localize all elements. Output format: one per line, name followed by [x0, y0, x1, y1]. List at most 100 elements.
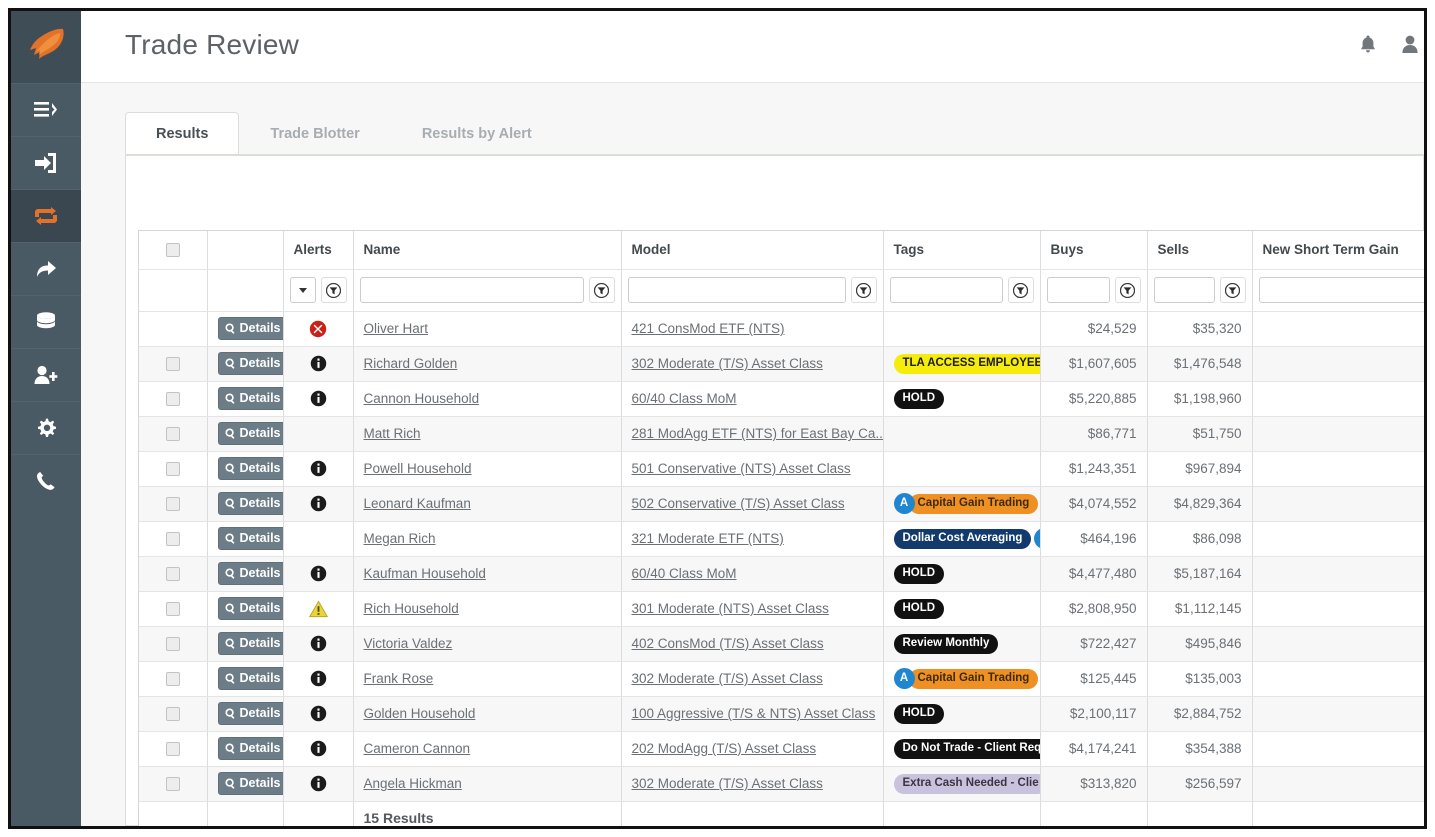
account-name-link[interactable]: Angela Hickman: [364, 776, 462, 791]
tag-badge[interactable]: HOLD: [894, 389, 945, 409]
row-actions-cell[interactable]: Details: [207, 346, 283, 381]
col-buys[interactable]: Buys: [1040, 231, 1147, 269]
row-select-cell[interactable]: [139, 381, 207, 416]
row-actions-cell[interactable]: Details: [207, 311, 283, 346]
tag-badge[interactable]: Dollar Cost Averaging: [894, 529, 1032, 549]
account-name-link[interactable]: Rich Household: [364, 601, 459, 616]
row-actions-cell[interactable]: Details: [207, 416, 283, 451]
account-name-link[interactable]: Golden Household: [364, 706, 476, 721]
table-row[interactable]: DetailsMegan Rich321 Moderate ETF (NTS)D…: [139, 521, 1424, 556]
table-row[interactable]: DetailsFrank Rose302 Moderate (T/S) Asse…: [139, 661, 1424, 696]
table-row[interactable]: DetailsKaufman Household60/40 Class MoMH…: [139, 556, 1424, 591]
tag-badge-circle[interactable]: A: [894, 668, 915, 689]
row-actions-cell[interactable]: Details: [207, 486, 283, 521]
col-new-short-term-gain[interactable]: New Short Term Gain: [1252, 231, 1424, 269]
row-actions-cell[interactable]: Details: [207, 626, 283, 661]
account-name-link[interactable]: Matt Rich: [364, 426, 421, 441]
model-link[interactable]: 302 Moderate (T/S) Asset Class: [632, 356, 823, 371]
model-filter-input[interactable]: [628, 277, 846, 303]
model-link[interactable]: 202 ModAgg (T/S) Asset Class: [632, 741, 817, 756]
details-button[interactable]: Details: [218, 562, 284, 585]
row-select-cell[interactable]: [139, 731, 207, 766]
row-checkbox[interactable]: [166, 462, 180, 476]
row-checkbox[interactable]: [166, 567, 180, 581]
row-actions-cell[interactable]: Details: [207, 661, 283, 696]
sidebar-item-add-user[interactable]: [11, 348, 81, 401]
details-button[interactable]: Details: [218, 352, 284, 375]
tag-badge[interactable]: Review Monthly: [894, 634, 999, 654]
row-actions-cell[interactable]: Details: [207, 521, 283, 556]
model-link[interactable]: 321 Moderate ETF (NTS): [632, 531, 784, 546]
row-actions-cell[interactable]: Details: [207, 451, 283, 486]
account-name-link[interactable]: Oliver Hart: [364, 321, 429, 336]
col-model[interactable]: Model: [621, 231, 883, 269]
row-actions-cell[interactable]: Details: [207, 731, 283, 766]
row-checkbox[interactable]: [166, 427, 180, 441]
table-row[interactable]: DetailsCameron Cannon202 ModAgg (T/S) As…: [139, 731, 1424, 766]
tags-filter-funnel[interactable]: [1008, 277, 1034, 303]
details-button[interactable]: Details: [218, 422, 284, 445]
notifications-button[interactable]: [1360, 35, 1376, 53]
table-row[interactable]: Details Golden Household 100 Aggressive (T…: [139, 696, 1424, 731]
col-sells[interactable]: Sells: [1147, 231, 1252, 269]
select-all-checkbox[interactable]: [166, 243, 180, 257]
details-button[interactable]: Details: [218, 317, 284, 340]
tag-badge[interactable]: Capital Gain Trading: [909, 669, 1039, 689]
row-actions-cell[interactable]: Details: [207, 696, 283, 731]
model-link[interactable]: 302 Moderate (T/S) Asset Class: [632, 776, 823, 791]
details-button[interactable]: Details: [218, 772, 284, 795]
sidebar-item-data[interactable]: [11, 295, 81, 348]
row-checkbox[interactable]: [166, 357, 180, 371]
model-link[interactable]: 60/40 Class MoM: [632, 391, 737, 406]
buys-filter-input[interactable]: [1047, 277, 1110, 303]
row-select-cell[interactable]: [139, 766, 207, 801]
row-checkbox[interactable]: [166, 777, 180, 791]
table-row[interactable]: DetailsOliver Hart421 ConsMod ETF (NTS)$…: [139, 311, 1424, 346]
model-link[interactable]: 502 Conservative (T/S) Asset Class: [632, 496, 845, 511]
row-select-cell[interactable]: [139, 451, 207, 486]
row-select-cell[interactable]: [139, 521, 207, 556]
account-button[interactable]: [1402, 35, 1418, 53]
account-name-link[interactable]: Frank Rose: [364, 671, 434, 686]
sells-filter-funnel[interactable]: [1220, 277, 1246, 303]
row-select-cell[interactable]: [139, 556, 207, 591]
row-actions-cell[interactable]: Details: [207, 556, 283, 591]
account-name-link[interactable]: Richard Golden: [364, 356, 458, 371]
row-actions-cell[interactable]: Details: [207, 381, 283, 416]
tab-results-by-alert[interactable]: Results by Alert: [391, 112, 563, 154]
row-select-cell[interactable]: [139, 696, 207, 731]
tab-results[interactable]: Results: [125, 112, 239, 155]
model-link[interactable]: 100 Aggressive (T/S & NTS) Asset Class: [632, 706, 876, 721]
row-select-cell[interactable]: [139, 661, 207, 696]
model-link[interactable]: 501 Conservative (NTS) Asset Class: [632, 461, 851, 476]
details-button[interactable]: Details: [218, 667, 284, 690]
details-button[interactable]: Details: [218, 632, 284, 655]
sidebar-item-menu-toggle[interactable]: [11, 83, 81, 136]
buys-filter-funnel[interactable]: [1115, 277, 1141, 303]
sidebar-item-sign-in[interactable]: [11, 136, 81, 189]
col-name[interactable]: Name: [353, 231, 621, 269]
details-button[interactable]: Details: [218, 597, 284, 620]
tags-filter-input[interactable]: [890, 277, 1003, 303]
table-row[interactable]: DetailsCannon Household60/40 Class MoMHO…: [139, 381, 1424, 416]
col-alerts[interactable]: Alerts: [283, 231, 353, 269]
table-row[interactable]: Details Victoria Valdez 402 ConsMod (T/S) …: [139, 626, 1424, 661]
details-button[interactable]: Details: [218, 387, 284, 410]
alerts-filter-select[interactable]: [290, 277, 316, 303]
col-tags[interactable]: Tags: [883, 231, 1040, 269]
table-row[interactable]: Details Richard Golden 302 Moderate (T/S) …: [139, 346, 1424, 381]
row-select-cell[interactable]: [139, 626, 207, 661]
row-checkbox[interactable]: [166, 497, 180, 511]
row-actions-cell[interactable]: Details: [207, 766, 283, 801]
model-link[interactable]: 402 ConsMod (T/S) Asset Class: [632, 636, 824, 651]
tag-badge[interactable]: Do Not Trade - Client Req: [894, 739, 1041, 759]
details-button[interactable]: Details: [218, 737, 284, 760]
table-row[interactable]: DetailsLeonard Kaufman502 Conservative (…: [139, 486, 1424, 521]
account-name-link[interactable]: Powell Household: [364, 461, 472, 476]
row-checkbox[interactable]: [166, 532, 180, 546]
row-select-cell[interactable]: [139, 346, 207, 381]
gain-filter-input[interactable]: [1259, 277, 1425, 303]
account-name-link[interactable]: Victoria Valdez: [364, 636, 453, 651]
row-actions-cell[interactable]: Details: [207, 591, 283, 626]
table-row[interactable]: Details Powell Household 501 Conservative …: [139, 451, 1424, 486]
